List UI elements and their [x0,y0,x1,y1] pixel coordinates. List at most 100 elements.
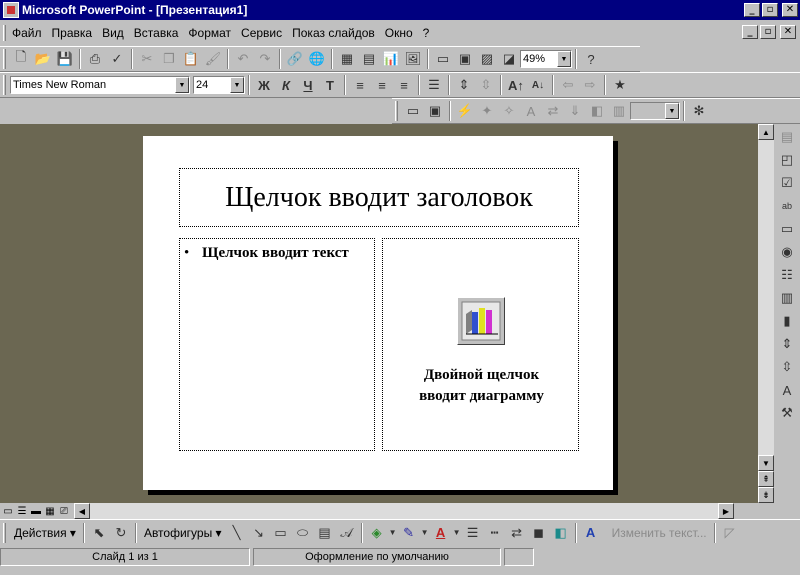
menu-grip[interactable] [3,25,6,41]
toolbar-grip[interactable] [3,75,6,95]
textbox-tool-icon[interactable]: ▤ [314,522,336,544]
slide-layout-icon[interactable]: ▣ [454,48,476,70]
slideshow-view-icon[interactable]: ⎚ [58,505,70,517]
align-center-icon[interactable]: ≡ [371,74,393,96]
chevron-down-icon[interactable]: ▼ [665,103,679,119]
menu-slideshow[interactable]: Показ слайдов [292,26,381,40]
label-control-icon[interactable]: A [776,379,798,401]
help-icon[interactable]: ? [580,48,602,70]
slide-view-icon[interactable]: ▬ [30,505,42,517]
apply-design-icon[interactable]: ▨ [476,48,498,70]
powerpoint-app-icon[interactable] [3,2,19,18]
increase-spacing-icon[interactable]: ⇕ [453,74,475,96]
copy-icon[interactable]: ❐ [158,48,180,70]
spelling-icon[interactable]: ✓ [106,48,128,70]
toolbar-grip[interactable] [395,101,398,121]
doc-restore-button[interactable]: ▫ [760,25,776,39]
cut-icon[interactable]: ✂ [136,48,158,70]
effect-flash-icon[interactable]: ✦ [476,100,498,122]
effect-drop-icon[interactable]: ⇓ [564,100,586,122]
menu-file[interactable]: Файл [12,26,48,40]
animation-effects-icon[interactable]: ★ [609,74,631,96]
promote-icon[interactable]: ⇦ [557,74,579,96]
outline-view-icon[interactable]: ☰ [16,505,28,517]
scroll-up-icon[interactable]: ▲ [758,124,774,140]
slide-transition-icon[interactable]: ▭ [402,100,424,122]
wordart-shape-icon[interactable]: A [580,522,602,544]
align-right-icon[interactable]: ≡ [393,74,415,96]
redo-icon[interactable]: ↷ [254,48,276,70]
effect-reverse-icon[interactable]: ⇄ [542,100,564,122]
chevron-down-icon[interactable]: ▼ [420,522,430,544]
shadow-icon[interactable]: ◼ [528,522,550,544]
font-color-icon[interactable]: A [430,522,452,544]
slide-canvas[interactable]: Щелчок вводит заголовок • Щелчок вводит т… [143,136,613,490]
scroll-down-icon[interactable]: ▼ [758,455,774,471]
chevron-down-icon[interactable]: ▼ [557,51,571,67]
animation-order-combo[interactable]: ▼ [630,102,680,120]
arrow-style-icon[interactable]: ⇄ [506,522,528,544]
web-icon[interactable]: 🌐 [306,48,328,70]
doc-close-button[interactable]: ✕ [780,25,796,39]
clipart-icon[interactable]: 🖼 [402,48,424,70]
effect-laser-icon[interactable]: ✧ [498,100,520,122]
vertical-scrollbar[interactable]: ▲ ▼ ⇞ ⇟ [758,124,774,503]
restore-button[interactable]: ▫ [762,3,778,17]
save-icon[interactable]: 💾 [54,48,76,70]
dash-style-icon[interactable]: ┅ [484,522,506,544]
change-text-menu[interactable]: Изменить текст... [608,526,711,540]
decrease-spacing-icon[interactable]: ⇳ [475,74,497,96]
menu-tools[interactable]: Сервис [241,26,288,40]
scroll-track[interactable] [758,140,774,455]
demote-icon[interactable]: ⇨ [579,74,601,96]
free-rotate-icon[interactable]: ↻ [110,522,132,544]
new-slide-icon[interactable]: ▭ [432,48,454,70]
button-control-icon[interactable]: ▭ [776,218,798,240]
minimize-button[interactable]: _ [744,3,760,17]
menu-format[interactable]: Формат [188,26,237,40]
insert-chart-icon[interactable]: 📊 [380,48,402,70]
underline-button[interactable]: Ч [297,74,319,96]
text-placeholder[interactable]: • Щелчок вводит текст [179,238,375,451]
font-combo[interactable]: Times New Roman ▼ [10,76,190,94]
effect-drive-icon[interactable]: ⚡ [454,100,476,122]
title-placeholder[interactable]: Щелчок вводит заголовок [179,168,579,227]
slide-preview-icon[interactable]: ▣ [424,100,446,122]
print-icon[interactable]: ⎙ [84,48,106,70]
align-left-icon[interactable]: ≡ [349,74,371,96]
menu-view[interactable]: Вид [102,26,130,40]
more-controls-icon[interactable]: ⚒ [776,402,798,424]
scrollbar-control-icon[interactable]: ⇳ [776,356,798,378]
line-style-icon[interactable]: ☰ [462,522,484,544]
slide-sorter-icon[interactable]: ▦ [44,505,56,517]
previous-slide-icon[interactable]: ⇞ [758,471,774,487]
open-icon[interactable]: 📂 [32,48,54,70]
italic-button[interactable]: К [275,74,297,96]
effect-camera-icon[interactable]: ◧ [586,100,608,122]
menu-help[interactable]: ? [423,26,436,40]
grayscale-icon[interactable]: ◪ [498,48,520,70]
listbox-icon[interactable]: ☷ [776,264,798,286]
custom-animation-icon[interactable]: ✻ [688,100,710,122]
spin-button-icon[interactable]: ⇕ [776,333,798,355]
combobox-icon[interactable]: ▥ [776,287,798,309]
properties-icon[interactable]: ▤ [776,126,798,148]
decrease-font-icon[interactable]: A↓ [527,74,549,96]
undo-icon[interactable]: ↶ [232,48,254,70]
insert-table-icon[interactable]: ▦ [336,48,358,70]
font-size-combo[interactable]: 24 ▼ [193,76,245,94]
wordart-icon[interactable]: 𝒜 [336,522,358,544]
view-code-icon[interactable]: ◰ [776,149,798,171]
arrow-tool-icon[interactable]: ↘ [248,522,270,544]
menu-edit[interactable]: Правка [52,26,99,40]
increase-font-icon[interactable]: A↑ [505,74,527,96]
effect-typewriter-icon[interactable]: A [520,100,542,122]
chevron-down-icon[interactable]: ▼ [452,522,462,544]
toolbar-grip[interactable] [3,49,6,69]
chevron-down-icon[interactable]: ▼ [230,77,244,93]
normal-view-icon[interactable]: ▭ [2,505,14,517]
option-button-icon[interactable]: ◉ [776,241,798,263]
horizontal-scrollbar[interactable]: ◀ ▶ [74,503,734,519]
hscroll-track[interactable] [90,503,718,519]
chevron-down-icon[interactable]: ▼ [388,522,398,544]
